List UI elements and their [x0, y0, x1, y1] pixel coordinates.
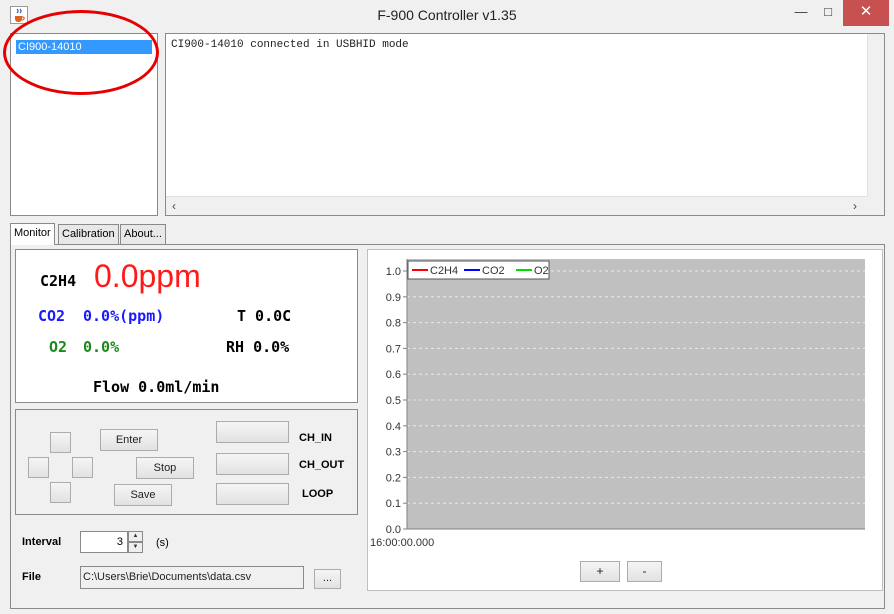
interval-unit: (s) — [156, 537, 169, 549]
legend-label: C2H4 — [430, 265, 458, 277]
ch-out-button[interactable] — [216, 453, 289, 475]
minimize-button[interactable]: — — [788, 0, 814, 26]
interval-label: Interval — [22, 536, 62, 548]
loop-button[interactable] — [216, 483, 289, 505]
interval-input[interactable]: 3 — [80, 531, 128, 553]
y-tick-label: 1.0 — [386, 266, 401, 278]
zoom-out-button[interactable]: - — [627, 561, 662, 582]
pad-right-button[interactable] — [72, 457, 93, 478]
y-tick-label: 0.1 — [386, 498, 401, 510]
o2-value: 0.0% — [83, 338, 120, 356]
save-button[interactable]: Save — [114, 484, 172, 506]
legend-label: CO2 — [482, 265, 505, 277]
tab-calibration[interactable]: Calibration — [58, 224, 119, 244]
zoom-in-button[interactable]: + — [580, 561, 620, 582]
close-button[interactable]: ✕ — [843, 0, 889, 26]
y-tick-label: 0.6 — [386, 369, 401, 381]
flow-reading: Flow 0.0ml/min — [93, 378, 220, 396]
plot-area — [407, 259, 865, 529]
y-tick-label: 0.5 — [386, 395, 401, 407]
ch-in-button[interactable] — [216, 421, 289, 443]
y-tick-label: 0.2 — [386, 472, 401, 484]
spinner-up-icon[interactable]: ▲ — [128, 531, 143, 542]
file-label: File — [22, 571, 41, 583]
horizontal-scrollbar[interactable]: ‹ › — [166, 196, 867, 215]
browse-button[interactable]: ... — [314, 569, 341, 589]
y-tick-label: 0.0 — [386, 524, 401, 536]
maximize-button[interactable]: □ — [815, 0, 841, 26]
file-path-field[interactable]: C:\Users\Brie\Documents\data.csv — [80, 566, 304, 589]
pad-down-button[interactable] — [50, 482, 71, 503]
device-list[interactable]: CI900-14010 — [10, 33, 158, 216]
tab-monitor[interactable]: Monitor — [10, 223, 55, 245]
ch-out-label: CH_OUT — [299, 459, 345, 471]
legend-label: O2 — [534, 265, 549, 277]
o2-label: O2 — [49, 338, 68, 356]
scroll-corner — [867, 196, 884, 215]
tab-about[interactable]: About... — [120, 224, 166, 244]
scroll-left-icon[interactable]: ‹ — [172, 199, 176, 213]
window-title: F-900 Controller v1.35 — [377, 7, 517, 23]
loop-label: LOOP — [302, 488, 334, 500]
console-text: CI900-14010 connected in USBHID mode — [171, 39, 409, 51]
controls-panel: Enter Stop Save CH_IN CH_OUT LOOP — [15, 409, 358, 515]
pad-up-button[interactable] — [50, 432, 71, 453]
y-tick-label: 0.4 — [386, 421, 401, 433]
y-tick-label: 0.7 — [386, 343, 401, 355]
chart-panel: 0.0 0.1 0.2 0.3 0.4 0.5 0.6 0.7 0.8 0.9 1.0 16:00:0… — [367, 249, 883, 591]
c2h4-label: C2H4 — [40, 272, 77, 290]
spinner-down-icon[interactable]: ▼ — [128, 542, 143, 553]
console-log[interactable]: CI900-14010 connected in USBHID mode ‹ › — [165, 33, 885, 216]
temperature-reading: T 0.0C — [237, 307, 292, 325]
stop-button[interactable]: Stop — [136, 457, 194, 479]
vertical-scrollbar[interactable] — [867, 34, 884, 196]
humidity-reading: RH 0.0% — [226, 338, 290, 356]
y-tick-label: 0.8 — [386, 318, 401, 330]
title-bar: F-900 Controller v1.35 — □ ✕ — [0, 0, 894, 32]
c2h4-value: 0.0ppm — [94, 258, 201, 294]
y-tick-label: 0.3 — [386, 447, 401, 459]
ch-in-label: CH_IN — [299, 432, 333, 444]
readings-panel: C2H4 0.0ppm CO2 0.0%(ppm) O2 0.0% T 0.0C… — [15, 249, 358, 403]
pad-left-button[interactable] — [28, 457, 49, 478]
enter-button[interactable]: Enter — [100, 429, 158, 451]
y-tick-label: 0.9 — [386, 292, 401, 304]
x-tick-label: 16:00:00.000 — [370, 537, 434, 549]
device-list-item[interactable]: CI900-14010 — [16, 40, 152, 54]
scroll-right-icon[interactable]: › — [853, 199, 857, 213]
chart: 0.0 0.1 0.2 0.3 0.4 0.5 0.6 0.7 0.8 0.9 1.0 16:00:0… — [370, 259, 865, 549]
co2-label: CO2 — [38, 307, 66, 325]
co2-value: 0.0%(ppm) — [83, 307, 165, 325]
